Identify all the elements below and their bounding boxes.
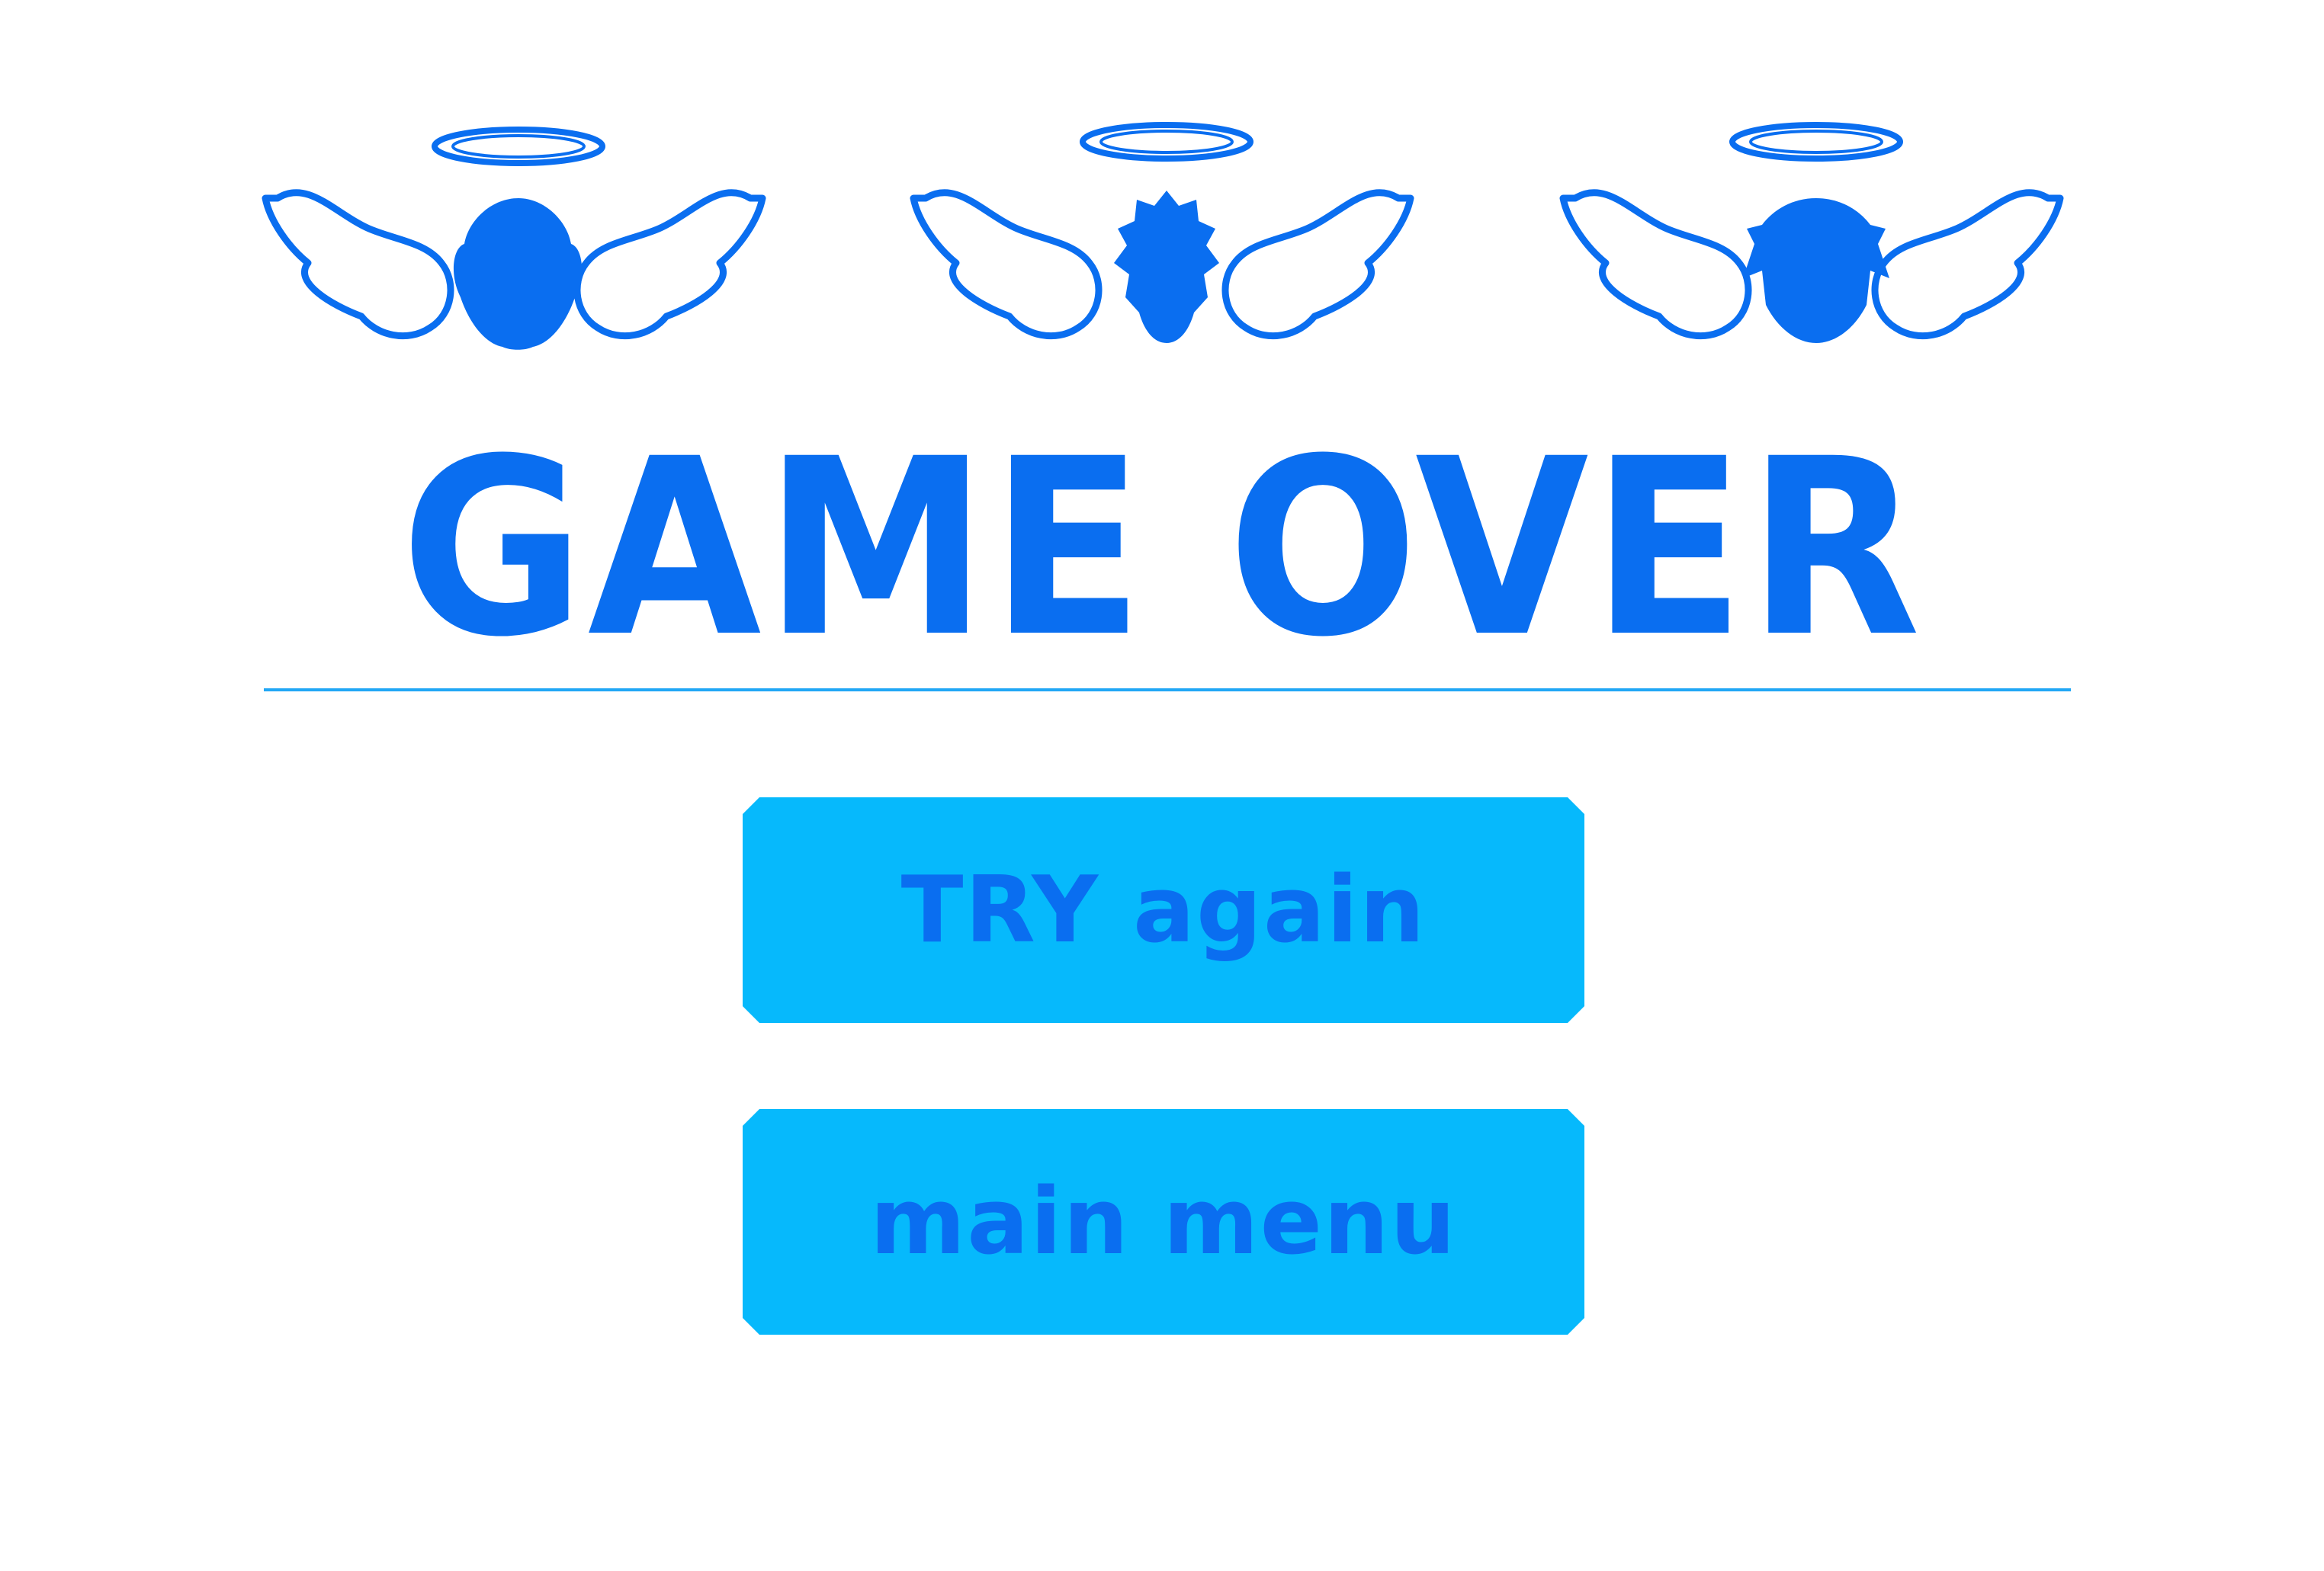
angel-icon [895, 114, 1429, 374]
angel-icon [247, 114, 781, 374]
angel-icon [1545, 114, 2078, 374]
game-over-screen: GAME OVER TRY again main menu [0, 0, 2324, 1571]
main-menu-label: main menu [870, 1169, 1457, 1275]
divider [264, 688, 2071, 691]
try-again-button[interactable]: TRY again [743, 797, 1584, 1023]
game-over-title: GAME OVER [400, 407, 1924, 691]
try-again-label: TRY again [900, 857, 1427, 963]
main-menu-button[interactable]: main menu [743, 1109, 1584, 1335]
